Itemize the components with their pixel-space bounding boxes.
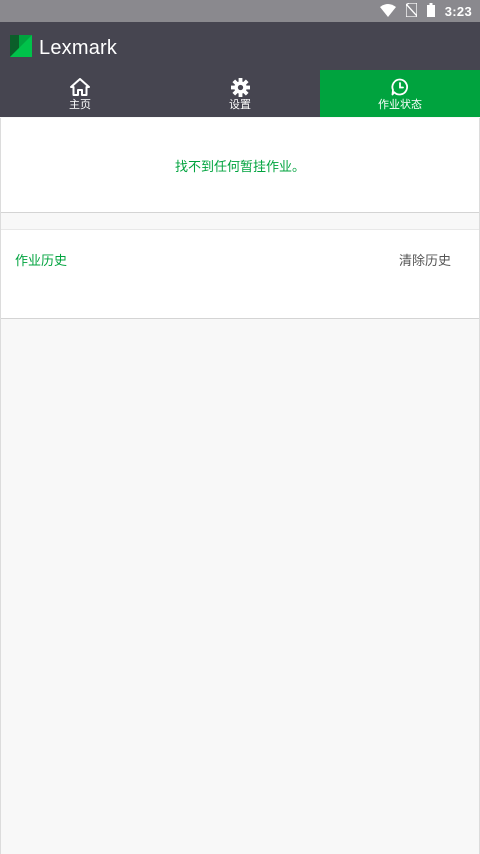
status-time: 3:23 [444, 3, 472, 19]
status-bar: 3:23 [0, 0, 480, 22]
home-icon [70, 77, 90, 97]
tab-job-status-label: 作业状态 [378, 98, 422, 111]
tab-job-status[interactable]: 作业状态 [320, 70, 480, 117]
clear-history-button[interactable]: 清除历史 [399, 250, 451, 269]
lexmark-logo-icon [10, 35, 32, 61]
job-history-card: 作业历史 清除历史 [0, 229, 480, 319]
tab-settings-label: 设置 [229, 98, 251, 111]
app-bar: Lexmark [0, 22, 480, 70]
tab-settings[interactable]: 设置 [160, 70, 320, 117]
content-border-left [0, 118, 1, 854]
battery-icon [426, 2, 435, 21]
gear-icon [230, 77, 250, 97]
tab-home[interactable]: 主页 [0, 70, 160, 117]
no-sim-icon [405, 1, 418, 21]
held-jobs-card: 找不到任何暂挂作业。 [0, 118, 480, 213]
brand-logo: Lexmark [10, 35, 117, 61]
tab-bar: 主页 设置 作业状态 [0, 70, 480, 117]
wifi-icon [379, 2, 396, 21]
job-history-title: 作业历史 [15, 254, 68, 269]
brand-name: Lexmark [39, 36, 118, 59]
empty-held-jobs-message: 找不到任何暂挂作业。 [174, 160, 305, 175]
job-status-icon [391, 77, 409, 97]
tab-home-label: 主页 [69, 98, 91, 111]
